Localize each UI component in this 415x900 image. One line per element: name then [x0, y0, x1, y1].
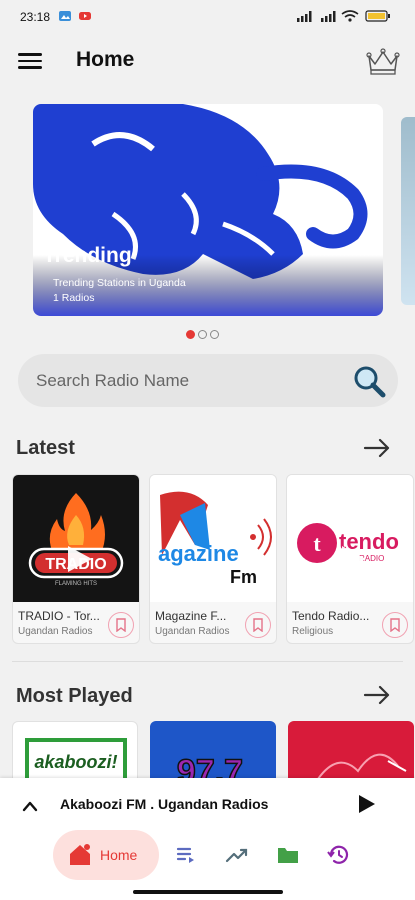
most-played-title: Most Played [16, 685, 133, 707]
station-category: Ugandan Radios [18, 626, 93, 637]
chevron-up-icon[interactable] [22, 800, 38, 812]
carousel-dot[interactable] [210, 330, 219, 339]
station-logo-red [317, 753, 407, 780]
carousel-dot[interactable] [186, 330, 195, 339]
next-banner-peek[interactable] [401, 117, 415, 305]
tendo-radio-logo: t tendo RADIO [287, 475, 413, 602]
bookmark-button[interactable] [382, 612, 408, 638]
status-time: 23:18 [20, 10, 51, 24]
now-playing-title: Akaboozi FM . Ugandan Radios [60, 796, 269, 812]
search-icon[interactable] [352, 364, 386, 398]
magazine-logo-text: agazine [158, 541, 239, 566]
nav-home-label: Home [100, 847, 138, 863]
mini-player[interactable]: Akaboozi FM . Ugandan Radios Home [0, 778, 415, 900]
banner-count: 1 Radios [53, 292, 95, 304]
latest-station-card[interactable]: TRADIO FLAMING HITS TRADIO - Tor... Ugan… [12, 474, 140, 644]
playlist-icon[interactable] [175, 844, 197, 866]
station-category: Ugandan Radios [155, 626, 230, 637]
station-name: TRADIO - Tor... [18, 609, 100, 623]
search-bar[interactable]: Search Radio Name [18, 354, 398, 407]
youtube-notification-icon [79, 12, 91, 20]
carousel-indicator [186, 326, 222, 339]
banner-title: Trending [43, 244, 132, 267]
magazine-logo-fm: Fm [230, 567, 257, 587]
signal-2-icon [321, 11, 336, 22]
tradio-logo-tagline: FLAMING HITS [55, 581, 97, 587]
bottom-nav: Home [0, 830, 415, 882]
station-name: Magazine F... [155, 609, 227, 623]
signal-1-icon [297, 11, 312, 22]
svg-text:t: t [313, 531, 321, 556]
magazine-fm-logo: agazine Fm [150, 475, 276, 602]
play-icon[interactable] [359, 795, 375, 813]
bookmark-icon [116, 618, 126, 632]
most-played-card[interactable]: akaboozi! [12, 721, 138, 781]
gallery-notification-icon [59, 11, 71, 21]
play-overlay-icon[interactable] [342, 546, 366, 572]
latest-title: Latest [16, 437, 75, 459]
trending-icon[interactable] [225, 844, 249, 866]
nav-home[interactable]: Home [53, 830, 159, 880]
home-icon [70, 844, 90, 865]
folder-icon[interactable] [276, 844, 300, 866]
bookmark-icon [390, 618, 400, 632]
bookmark-button[interactable] [108, 612, 134, 638]
carousel-dot[interactable] [198, 330, 207, 339]
history-icon[interactable] [326, 844, 350, 866]
trending-banner[interactable]: Trending Trending Stations in Uganda 1 R… [33, 104, 383, 316]
play-overlay-icon[interactable] [68, 546, 92, 572]
tradio-logo: TRADIO FLAMING HITS [13, 475, 139, 602]
wifi-icon [341, 10, 359, 22]
menu-icon[interactable] [18, 50, 42, 72]
latest-station-card[interactable]: t tendo RADIO Tendo Radio... Religious [286, 474, 414, 644]
bookmark-button[interactable] [245, 612, 271, 638]
battery-icon [365, 10, 390, 22]
app-bar: Home [0, 36, 415, 86]
bookmark-icon [253, 618, 263, 632]
977-logo: 97.7 [176, 752, 244, 781]
banner-subtitle: Trending Stations in Uganda [53, 277, 186, 289]
most-played-card[interactable] [288, 721, 414, 781]
latest-arrow-icon[interactable] [363, 438, 391, 458]
home-indicator [133, 890, 283, 894]
section-divider [12, 661, 403, 662]
station-name: Tendo Radio... [292, 609, 370, 623]
latest-station-card[interactable]: agazine Fm Magazine F... Ugandan Radios [149, 474, 277, 644]
crown-icon[interactable] [365, 46, 401, 76]
search-input[interactable]: Search Radio Name [36, 371, 189, 391]
akaboozi-logo: akaboozi! [25, 738, 127, 780]
akaboozi-logo-text: akaboozi! [34, 752, 117, 772]
page-title: Home [76, 48, 135, 71]
most-played-card[interactable]: 97.7 [150, 721, 276, 781]
977-logo-text: 97.7 [177, 753, 243, 781]
most-played-arrow-icon[interactable] [363, 685, 391, 705]
station-category: Religious [292, 626, 334, 637]
status-bar: 23:18 [0, 0, 415, 34]
